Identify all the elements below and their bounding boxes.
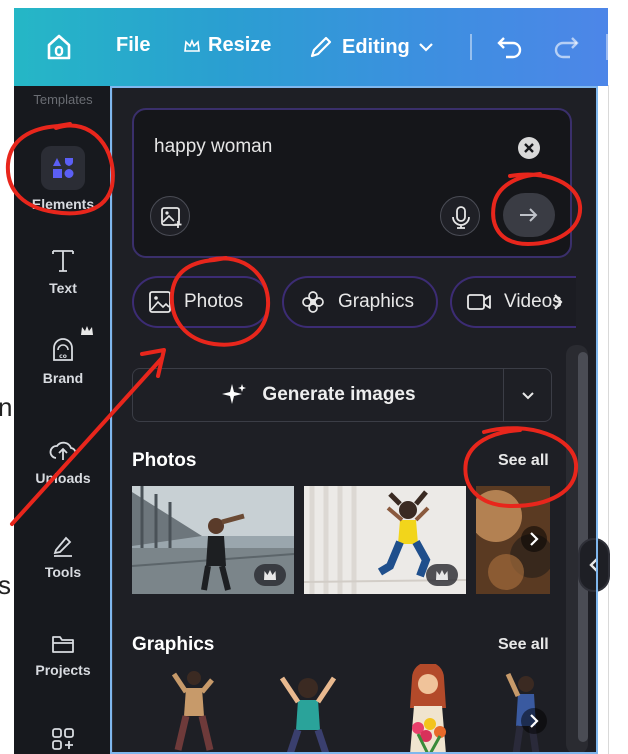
arrow-right-icon: [520, 208, 538, 222]
folder-icon: [52, 636, 74, 653]
sidebar-item-label: Tools: [44, 564, 82, 580]
sidebar-item-projects[interactable]: Projects: [14, 632, 112, 678]
pencil-icon: [310, 36, 332, 58]
sparkle-icon: [222, 384, 247, 404]
microphone-icon: [452, 206, 470, 229]
graphic-thumbnail[interactable]: [166, 666, 226, 754]
image-plus-icon: [161, 207, 182, 228]
sidebar-item-label: Elements: [31, 196, 95, 212]
voice-search-button[interactable]: [440, 196, 480, 236]
sidebar-item-label: Brand: [42, 370, 84, 386]
sidebar-item-apps[interactable]: [14, 726, 112, 754]
svg-text:co: co: [59, 353, 67, 360]
video-camera-icon: [467, 294, 491, 310]
search-input[interactable]: happy woman: [154, 136, 272, 158]
chevron-left-icon: [589, 558, 598, 572]
chevron-down-icon: [522, 392, 534, 400]
file-menu-label: File: [116, 34, 151, 56]
page-background-text: n s: [0, 360, 14, 620]
graphics-see-all-link[interactable]: See all: [498, 636, 549, 654]
photos-section-title: Photos: [132, 450, 197, 471]
sidebar-item-uploads[interactable]: Uploads: [14, 438, 112, 486]
cloud-upload-icon: [49, 441, 77, 460]
undo-icon[interactable]: [496, 34, 524, 65]
filter-chip-photos[interactable]: Photos: [132, 276, 270, 328]
crown-icon: [80, 324, 94, 340]
submit-search-button[interactable]: [503, 193, 555, 237]
text-t-icon: [52, 250, 74, 272]
toolbar-divider: [470, 34, 472, 60]
resize-button[interactable]: Resize: [184, 34, 271, 57]
photo-thumbnail[interactable]: [304, 486, 466, 594]
home-icon[interactable]: [44, 32, 74, 62]
cropped-letter-s: s: [0, 570, 11, 600]
crown-icon: [264, 570, 276, 580]
tools-pen-icon: [53, 536, 72, 557]
premium-badge: [254, 564, 286, 586]
sidebar-item-brand[interactable]: co Brand: [14, 326, 112, 386]
generate-images-button[interactable]: Generate images: [132, 368, 504, 422]
graphic-thumbnail[interactable]: [388, 662, 468, 754]
editing-mode-button[interactable]: Editing: [308, 34, 434, 60]
generate-options-dropdown[interactable]: [504, 368, 552, 422]
redo-icon[interactable]: [552, 34, 580, 65]
photo-thumbnail[interactable]: [132, 486, 294, 594]
chevron-right-icon: [530, 714, 539, 728]
clear-search-icon[interactable]: [518, 137, 540, 159]
apps-grid-icon: [52, 728, 74, 750]
chevron-down-icon: [418, 43, 433, 52]
collapse-panel-button[interactable]: [578, 538, 610, 592]
filter-chip-graphics[interactable]: Graphics: [282, 276, 438, 328]
sidebar-item-label: Uploads: [35, 470, 91, 486]
brand-icon: co: [53, 338, 73, 361]
chip-label: Graphics: [338, 291, 415, 312]
photos-next-button[interactable]: [521, 526, 547, 552]
cropped-letter-n: n: [0, 392, 13, 422]
graphics-section-title: Graphics: [132, 634, 215, 655]
graphic-thumbnail[interactable]: [272, 670, 344, 754]
sidebar-item-tools[interactable]: Tools: [14, 532, 112, 580]
flower-icon: [302, 291, 324, 313]
sidebar-item-text[interactable]: Text: [14, 246, 112, 296]
editing-label: Editing: [342, 35, 410, 58]
sidebar-item-label: Text: [49, 280, 77, 296]
chip-label: Photos: [184, 291, 244, 312]
file-menu-button[interactable]: File: [116, 34, 150, 57]
premium-badge: [426, 564, 458, 586]
generate-images-label: Generate images: [262, 384, 416, 405]
sidebar-item-elements[interactable]: Elements: [14, 146, 112, 212]
crown-icon: [436, 570, 448, 580]
sidebar-item-templates[interactable]: Templates: [14, 92, 112, 107]
chevron-right-icon[interactable]: [552, 292, 564, 317]
canvas-edge: [608, 85, 628, 754]
top-toolbar: File Resize Editing: [14, 8, 608, 86]
shapes-icon: [41, 146, 85, 190]
toolbar-divider: [606, 34, 608, 60]
graphics-next-button[interactable]: [521, 708, 547, 734]
photo-icon: [149, 291, 171, 313]
resize-label: Resize: [208, 34, 272, 56]
side-navigation: Templates Elements Text co Brand Uploads…: [14, 86, 112, 754]
crown-icon: [184, 38, 200, 52]
sidebar-item-label: Projects: [35, 662, 91, 678]
chevron-right-icon: [530, 532, 539, 546]
photos-see-all-link[interactable]: See all: [498, 452, 549, 470]
image-search-button[interactable]: [150, 196, 190, 236]
